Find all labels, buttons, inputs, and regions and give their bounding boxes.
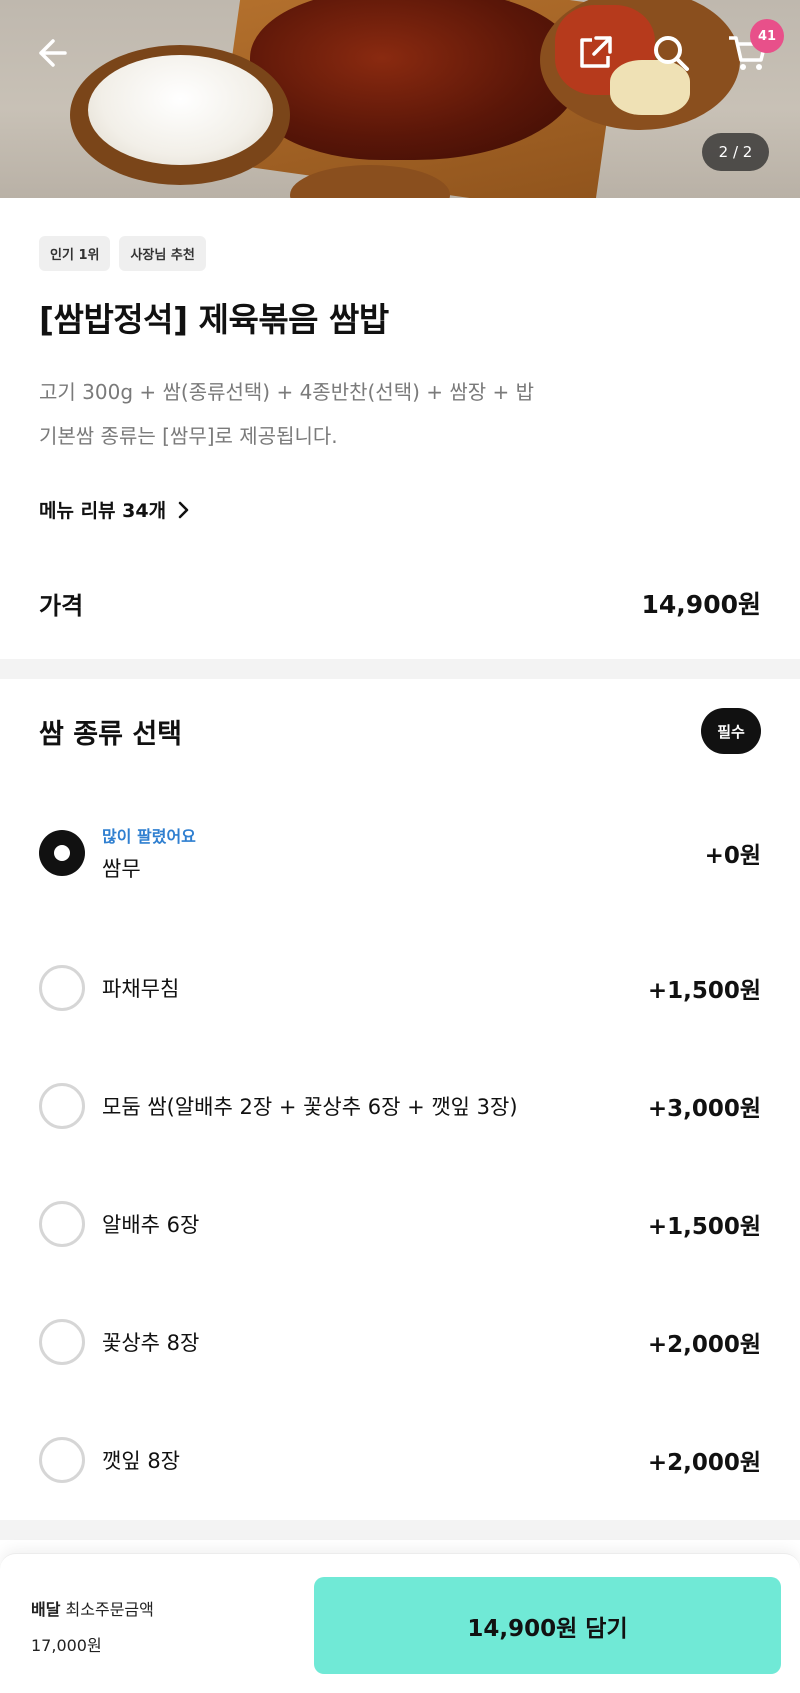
option-price: +2,000원: [647, 1332, 761, 1358]
menu-tags: 인기 1위 사장님 추천: [39, 236, 206, 271]
add-to-cart-button[interactable]: 14,900원 담기: [314, 1577, 781, 1674]
chevron-right-icon: [178, 501, 189, 518]
option-label: 모둠 쌈(알배추 2장 + 꽃상추 6장 + 깻잎 3장): [102, 1095, 518, 1119]
option-price: +0원: [704, 843, 761, 869]
option-item[interactable]: 알배추 6장 +1,500원: [39, 1194, 761, 1254]
option-text: 파채무침: [102, 973, 648, 1003]
section-divider: [0, 659, 800, 679]
price-value: 14,900원: [641, 590, 761, 619]
option-price: +1,500원: [647, 978, 761, 1004]
radio-unselected[interactable]: [39, 1437, 85, 1483]
menu-photo[interactable]: 41 2 / 2: [0, 0, 800, 198]
option-item[interactable]: 꽃상추 8장 +2,000원: [39, 1312, 761, 1372]
back-arrow-icon: [39, 39, 67, 67]
share-icon: [580, 36, 612, 68]
option-item[interactable]: 모둠 쌈(알배추 2장 + 꽃상추 6장 + 깻잎 3장) +3,000원: [39, 1076, 761, 1136]
option-label: 깻잎 8장: [102, 1449, 180, 1473]
option-label: 파채무침: [102, 977, 180, 1001]
option-group-header: 쌈 종류 선택 필수: [39, 708, 761, 754]
price-label: 가격: [39, 591, 84, 620]
option-text: 모둠 쌈(알배추 2장 + 꽃상추 6장 + 깻잎 3장): [102, 1091, 648, 1121]
radio-unselected[interactable]: [39, 1201, 85, 1247]
option-group-title: 쌈 종류 선택: [39, 718, 182, 750]
review-link[interactable]: 메뉴 리뷰 34개: [39, 496, 190, 523]
popular-badge: 많이 팔렸어요: [102, 827, 196, 846]
search-button[interactable]: [648, 30, 694, 76]
tag-popular: 인기 1위: [39, 236, 111, 271]
option-item[interactable]: 파채무침 +1,500원: [39, 958, 761, 1018]
menu-description: 고기 300g + 쌈(종류선택) + 4종반찬(선택) + 쌈장 + 밥 기본…: [39, 370, 534, 458]
option-price: +3,000원: [647, 1096, 761, 1122]
min-order-value: 17,000원: [31, 1636, 102, 1655]
section-divider: [0, 1520, 800, 1540]
tag-owner-pick: 사장님 추천: [119, 236, 206, 271]
option-label: 쌈무: [102, 857, 141, 881]
option-item[interactable]: 많이 팔렸어요 쌈무 +0원: [39, 820, 761, 886]
image-pager: 2 / 2: [702, 133, 769, 171]
review-link-label: 메뉴 리뷰 34개: [39, 500, 167, 522]
min-order-label-line: 배달 최소주문금액: [31, 1592, 154, 1628]
required-badge: 필수: [701, 708, 761, 754]
delivery-label: 배달: [31, 1600, 61, 1619]
option-label: 알배추 6장: [102, 1213, 200, 1237]
price-row: 가격 14,900원: [39, 585, 761, 621]
menu-description-line: 고기 300g + 쌈(종류선택) + 4종반찬(선택) + 쌈장 + 밥: [39, 380, 535, 404]
option-item[interactable]: 깻잎 8장 +2,000원: [39, 1430, 761, 1490]
min-order-label: 최소주문금액: [65, 1600, 154, 1619]
back-button[interactable]: [28, 30, 74, 76]
radio-selected[interactable]: [39, 830, 85, 876]
menu-title: [쌈밥정석] 제육볶음 쌈밥: [39, 300, 389, 339]
radio-unselected[interactable]: [39, 1083, 85, 1129]
radio-unselected[interactable]: [39, 965, 85, 1011]
search-icon: [654, 36, 689, 71]
option-text: 꽃상추 8장: [102, 1327, 648, 1357]
bottom-order-bar: 배달 최소주문금액 17,000원 14,900원 담기: [0, 1553, 800, 1693]
option-price: +1,500원: [647, 1214, 761, 1240]
min-order-info: 배달 최소주문금액 17,000원: [31, 1592, 154, 1664]
option-text: 깻잎 8장: [102, 1445, 648, 1475]
radio-unselected[interactable]: [39, 1319, 85, 1365]
option-label: 꽃상추 8장: [102, 1331, 200, 1355]
menu-description-line: 기본쌈 종류는 [쌈무]로 제공됩니다.: [39, 424, 338, 448]
share-button[interactable]: [572, 30, 618, 76]
photo-rice: [88, 55, 273, 165]
cart-count-badge: 41: [750, 19, 784, 53]
option-text: 알배추 6장: [102, 1209, 648, 1239]
option-price: +2,000원: [647, 1450, 761, 1476]
option-text: 많이 팔렸어요 쌈무: [102, 823, 705, 883]
